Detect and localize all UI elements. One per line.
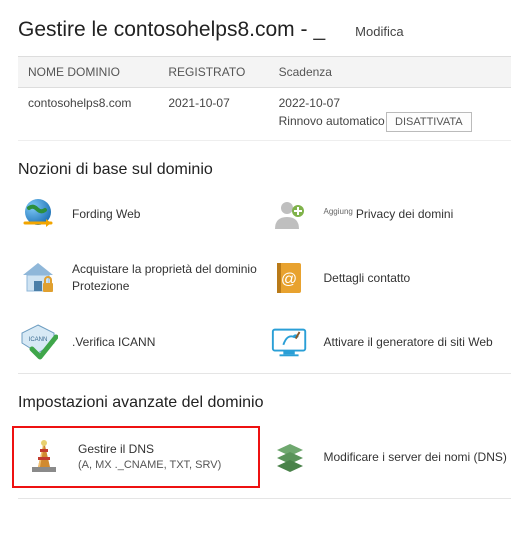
privacy-label: Privacy dei domini xyxy=(356,207,453,221)
domain-info-table: NOME DOMINIO REGISTRATO Scadenza contoso… xyxy=(18,56,511,141)
forwarding-label: Fording Web xyxy=(72,206,140,223)
cell-expiry: 2022-10-07 Rinnovo automatico DISATTIVAT… xyxy=(269,88,511,141)
auto-renew-status[interactable]: DISATTIVATA xyxy=(386,112,472,132)
auto-renew-label: Rinnovo automatico xyxy=(279,114,385,128)
icann-badge-icon: ICANN xyxy=(18,322,58,362)
ownership-label-2: Protezione xyxy=(72,278,257,295)
privacy-prefix: Aggiung xyxy=(324,207,353,216)
title-underscore: _ xyxy=(313,18,325,42)
dns-label-2: (A, MX ._CNAME, TXT, SRV) xyxy=(78,458,221,473)
globe-icon xyxy=(18,194,58,234)
house-lock-icon xyxy=(18,258,58,298)
col-registered: REGISTRATO xyxy=(158,57,268,88)
cell-registered: 2021-10-07 xyxy=(158,88,268,141)
icann-label: Verifica ICANN xyxy=(75,335,155,349)
server-stack-icon xyxy=(270,437,310,477)
item-contact[interactable]: @ Dettagli contatto xyxy=(270,257,512,299)
item-ownership[interactable]: Acquistare la proprietà del dominio Prot… xyxy=(18,257,260,299)
item-nameservers[interactable]: Modificare i server dei nomi (DNS) xyxy=(270,426,512,488)
design-monitor-icon xyxy=(270,322,310,362)
dns-label-1: Gestire il DNS xyxy=(78,441,221,458)
item-privacy[interactable]: AggiungPrivacy dei domini xyxy=(270,193,512,235)
dns-highlight: Gestire il DNS (A, MX ._CNAME, TXT, SRV) xyxy=(12,426,260,488)
edit-link[interactable]: Modifica xyxy=(355,24,403,39)
sitebuilder-label: Attivare il generatore di siti Web xyxy=(324,334,493,351)
item-sitebuilder[interactable]: Attivare il generatore di siti Web xyxy=(270,321,512,363)
basics-section-title: Nozioni di base sul dominio xyxy=(18,161,511,179)
item-manage-dns[interactable]: Gestire il DNS (A, MX ._CNAME, TXT, SRV) xyxy=(24,436,248,478)
advanced-grid: Gestire il DNS (A, MX ._CNAME, TXT, SRV)… xyxy=(18,426,511,488)
address-book-icon: @ xyxy=(270,258,310,298)
add-person-icon xyxy=(270,194,310,234)
col-expiry: Scadenza xyxy=(269,57,511,88)
col-domain-name: NOME DOMINIO xyxy=(18,57,158,88)
page-header: Gestire le contosohelps8.com - _ Modific… xyxy=(18,18,511,42)
item-forwarding[interactable]: Fording Web xyxy=(18,193,260,235)
advanced-section-title: Impostazioni avanzate del dominio xyxy=(18,394,511,412)
contact-label: Dettagli contatto xyxy=(324,270,411,287)
page-title: Gestire le contosohelps8.com - xyxy=(18,18,307,42)
item-icann[interactable]: ICANN .Verifica ICANN xyxy=(18,321,260,363)
basics-grid: Fording Web AggiungPrivacy dei domini xyxy=(18,193,511,363)
expiry-date: 2022-10-07 xyxy=(279,96,501,110)
svg-text:@: @ xyxy=(280,271,296,288)
table-row: contosohelps8.com 2021-10-07 2022-10-07 … xyxy=(18,88,511,141)
cell-domain-name: contosohelps8.com xyxy=(18,88,158,141)
dns-tower-icon xyxy=(24,437,64,477)
nameservers-label: Modificare i server dei nomi (DNS) xyxy=(324,449,507,466)
ownership-label-1: Acquistare la proprietà del dominio xyxy=(72,261,257,278)
svg-text:ICANN: ICANN xyxy=(29,337,48,343)
